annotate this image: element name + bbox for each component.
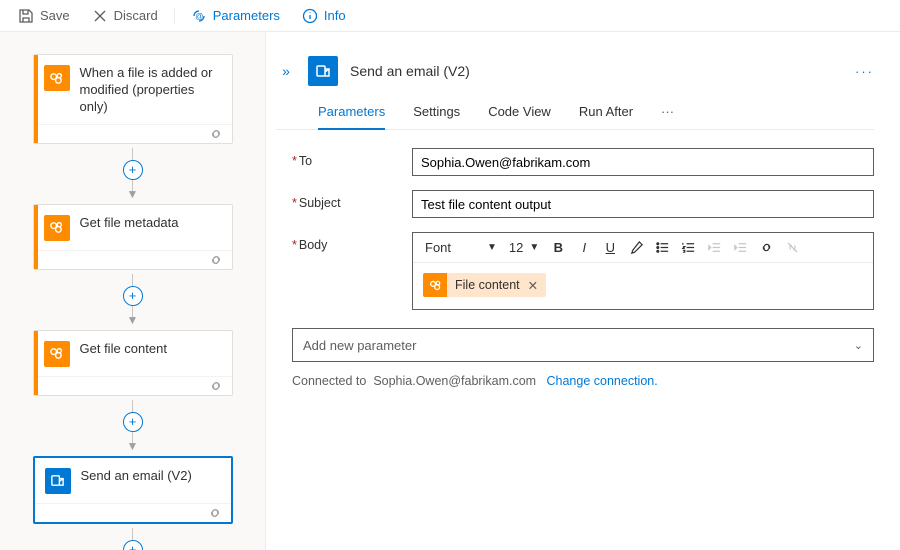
step-trigger[interactable]: When a file is added or modified (proper…: [33, 54, 233, 144]
number-list-button[interactable]: [675, 235, 701, 261]
add-parameter-dropdown[interactable]: Add new parameter ⌄: [292, 328, 874, 362]
connector: +▼: [18, 396, 247, 456]
field-label-subject: *Subject: [292, 190, 412, 210]
top-toolbar: Save Discard @ Parameters Info: [0, 0, 900, 32]
step-get-content[interactable]: Get file content: [33, 330, 233, 396]
connector: +▼: [18, 270, 247, 330]
tab-settings[interactable]: Settings: [413, 98, 460, 129]
tab-run-after[interactable]: Run After: [579, 98, 633, 129]
unlink-button[interactable]: [779, 235, 805, 261]
token-label: File content: [455, 278, 520, 292]
save-label: Save: [40, 8, 70, 23]
add-parameter-label: Add new parameter: [303, 338, 416, 353]
indent-button[interactable]: [727, 235, 753, 261]
sharepoint-icon: [44, 341, 70, 367]
connector: +▼: [18, 144, 247, 204]
bullet-list-button[interactable]: [649, 235, 675, 261]
accent-bar: [34, 205, 38, 269]
step-title: Get file metadata: [80, 215, 179, 232]
step-title: Get file content: [80, 341, 167, 358]
italic-button[interactable]: I: [571, 235, 597, 261]
connection-account: Sophia.Owen@fabrikam.com: [373, 374, 536, 388]
sharepoint-icon: [44, 215, 70, 241]
tab-parameters[interactable]: Parameters: [318, 98, 385, 129]
field-row-to: *To: [276, 148, 874, 176]
add-step-button[interactable]: +: [123, 540, 143, 550]
outlook-icon: [45, 468, 71, 494]
font-size-dropdown[interactable]: 12▼: [503, 240, 545, 255]
save-icon: [18, 8, 34, 24]
to-input[interactable]: [412, 148, 874, 176]
svg-text:@: @: [195, 12, 203, 21]
sharepoint-icon: [423, 273, 447, 297]
collapse-chevron-icon[interactable]: »: [276, 61, 296, 81]
outlook-icon: [308, 56, 338, 86]
flow-canvas: When a file is added or modified (proper…: [0, 32, 266, 550]
add-step-button[interactable]: +: [123, 286, 143, 306]
accent-bar: [34, 55, 38, 143]
step-title: Send an email (V2): [81, 468, 192, 485]
outdent-button[interactable]: [701, 235, 727, 261]
detail-title: Send an email (V2): [350, 63, 470, 79]
parameters-label: Parameters: [213, 8, 280, 23]
field-row-subject: *Subject: [276, 190, 874, 218]
tab-more[interactable]: ···: [661, 98, 674, 129]
sharepoint-icon: [44, 65, 70, 91]
parameters-icon: @: [191, 8, 207, 24]
tab-code-view[interactable]: Code View: [488, 98, 551, 129]
connection-info: Connected to Sophia.Owen@fabrikam.com Ch…: [276, 374, 874, 388]
underline-button[interactable]: U: [597, 235, 623, 261]
step-get-metadata[interactable]: Get file metadata: [33, 204, 233, 270]
subject-input[interactable]: [412, 190, 874, 218]
discard-button[interactable]: Discard: [82, 4, 168, 28]
field-row-body: *Body Font▼ 12▼ B I U: [276, 232, 874, 310]
link-icon: [207, 505, 223, 521]
detail-header: » Send an email (V2) ···: [276, 50, 874, 98]
remove-token-button[interactable]: ✕: [528, 278, 538, 293]
save-button[interactable]: Save: [8, 4, 80, 28]
change-connection-link[interactable]: Change connection.: [547, 374, 658, 388]
add-step-button[interactable]: +: [123, 160, 143, 180]
info-label: Info: [324, 8, 346, 23]
rich-text-toolbar: Font▼ 12▼ B I U: [413, 233, 873, 263]
format-painter-button[interactable]: [623, 235, 649, 261]
add-step-button[interactable]: +: [123, 412, 143, 432]
more-menu-button[interactable]: ···: [855, 64, 874, 79]
toolbar-separator: [174, 8, 175, 24]
info-icon: [302, 8, 318, 24]
link-icon: [208, 252, 224, 268]
font-family-dropdown[interactable]: Font▼: [419, 240, 503, 255]
accent-bar: [34, 331, 38, 395]
rich-text-editor: Font▼ 12▼ B I U: [412, 232, 874, 310]
parameters-button[interactable]: @ Parameters: [181, 4, 290, 28]
field-label-to: *To: [292, 148, 412, 168]
step-title: When a file is added or modified (proper…: [80, 65, 222, 116]
info-button[interactable]: Info: [292, 4, 356, 28]
x-icon: [92, 8, 108, 24]
dynamic-content-token[interactable]: File content ✕: [423, 273, 546, 297]
discard-label: Discard: [114, 8, 158, 23]
connector-end: +: [18, 524, 247, 550]
detail-pane: » Send an email (V2) ··· Parameters Sett…: [266, 32, 900, 550]
link-icon: [208, 126, 224, 142]
body-content-area[interactable]: File content ✕: [413, 263, 873, 309]
bold-button[interactable]: B: [545, 235, 571, 261]
field-label-body: *Body: [292, 232, 412, 252]
link-icon: [208, 378, 224, 394]
step-send-email[interactable]: Send an email (V2): [33, 456, 233, 524]
detail-tabs: Parameters Settings Code View Run After …: [276, 98, 874, 130]
chevron-down-icon: ⌄: [854, 339, 863, 352]
link-button[interactable]: [753, 235, 779, 261]
